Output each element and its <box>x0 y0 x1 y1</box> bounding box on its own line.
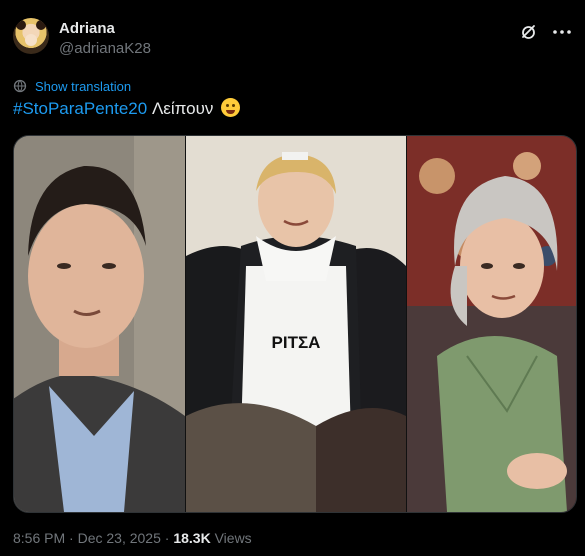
media-panel-man <box>14 136 185 512</box>
apron-label: ΡΙΤΣΑ <box>272 333 321 352</box>
woman-illustration <box>407 136 576 512</box>
drooling-face-emoji <box>221 98 241 117</box>
views-count: 18.3K <box>173 530 211 546</box>
globe-icon <box>13 79 27 93</box>
more-icon[interactable] <box>551 22 573 42</box>
author-handle[interactable]: @adrianaK28 <box>59 40 151 57</box>
translation-row: Show translation <box>13 77 131 95</box>
show-translation-link[interactable]: Show translation <box>35 79 131 94</box>
avatar[interactable] <box>13 18 49 54</box>
tweet-meta: 8:56 PM · Dec 23, 2025 · 18.3K Views <box>13 530 252 546</box>
tweet-date[interactable]: Dec 23, 2025 <box>78 530 161 546</box>
author-name[interactable]: Adriana <box>59 20 115 37</box>
man-illustration <box>14 136 185 512</box>
tweet-media[interactable]: ΡΙΤΣΑ <box>13 135 577 513</box>
tweet-text: #StoParaPente20 Λείπουν <box>13 98 241 120</box>
tweet-time[interactable]: 8:56 PM <box>13 530 65 546</box>
hashtag-link[interactable]: #StoParaPente20 <box>13 99 147 118</box>
views-label: Views <box>214 530 252 546</box>
meta-separator: · <box>164 530 170 546</box>
media-panel-woman <box>407 136 576 512</box>
tweet-body: Λείπουν <box>151 99 214 118</box>
tweet-header: Adriana @adrianaK28 <box>13 18 573 60</box>
grok-icon[interactable] <box>519 22 539 42</box>
meta-separator: · <box>69 530 74 546</box>
maid-illustration: ΡΙΤΣΑ <box>186 136 406 512</box>
media-panel-maid: ΡΙΤΣΑ <box>186 136 406 512</box>
